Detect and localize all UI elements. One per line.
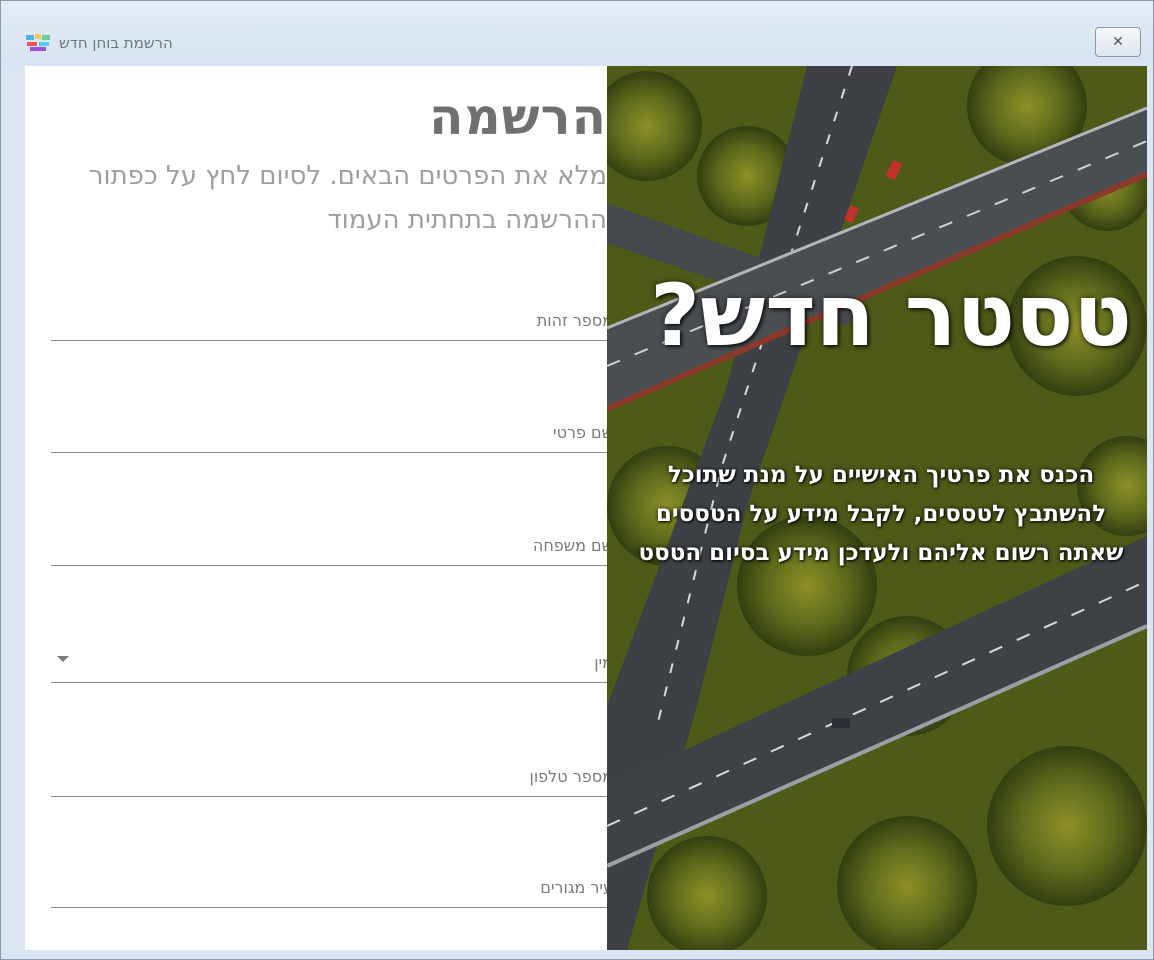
window-title: הרשמת בוחן חדש (59, 34, 173, 52)
title-bar: הרשמת בוחן חדש ✕ (1, 1, 1153, 65)
first-name-field[interactable]: שם פרטי (51, 412, 613, 453)
promo-title: טסטר חדש? (650, 266, 1132, 366)
id-number-label: מספר זהות (536, 311, 613, 330)
close-button[interactable]: ✕ (1095, 27, 1141, 57)
gender-dropdown[interactable]: מין (51, 642, 613, 683)
city-field[interactable]: עיר מגורים (51, 867, 613, 908)
last-name-field[interactable]: שם משפחה (51, 525, 613, 566)
id-number-field[interactable]: מספר זהות (51, 300, 613, 341)
phone-number-field[interactable]: מספר טלפון (51, 756, 613, 797)
promo-panel: טסטר חדש? הכנס את פרטיך האישיים על מנת ש… (607, 66, 1147, 950)
first-name-label: שם פרטי (552, 423, 613, 442)
window-content: הרשמה מלא את הפרטים הבאים. לסיום לחץ על … (25, 66, 1147, 950)
registration-form: הרשמה מלא את הפרטים הבאים. לסיום לחץ על … (25, 66, 613, 950)
app-logo-icon (26, 34, 50, 51)
chevron-down-icon (57, 656, 69, 662)
page-title: הרשמה (429, 88, 607, 146)
last-name-label: שם משפחה (532, 536, 613, 555)
promo-description: הכנס את פרטיך האישיים על מנת שתוכל להשתב… (638, 462, 1124, 566)
title-group: הרשמת בוחן חדש (25, 31, 173, 55)
city-label: עיר מגורים (540, 878, 613, 897)
phone-number-label: מספר טלפון (529, 767, 613, 786)
registration-window: הרשמת בוחן חדש ✕ הרשמה מלא את הפרטים הבא… (0, 0, 1154, 960)
form-instructions: מלא את הפרטים הבאים. לסיום לחץ על כפתור … (88, 161, 607, 235)
close-icon: ✕ (1112, 34, 1124, 50)
